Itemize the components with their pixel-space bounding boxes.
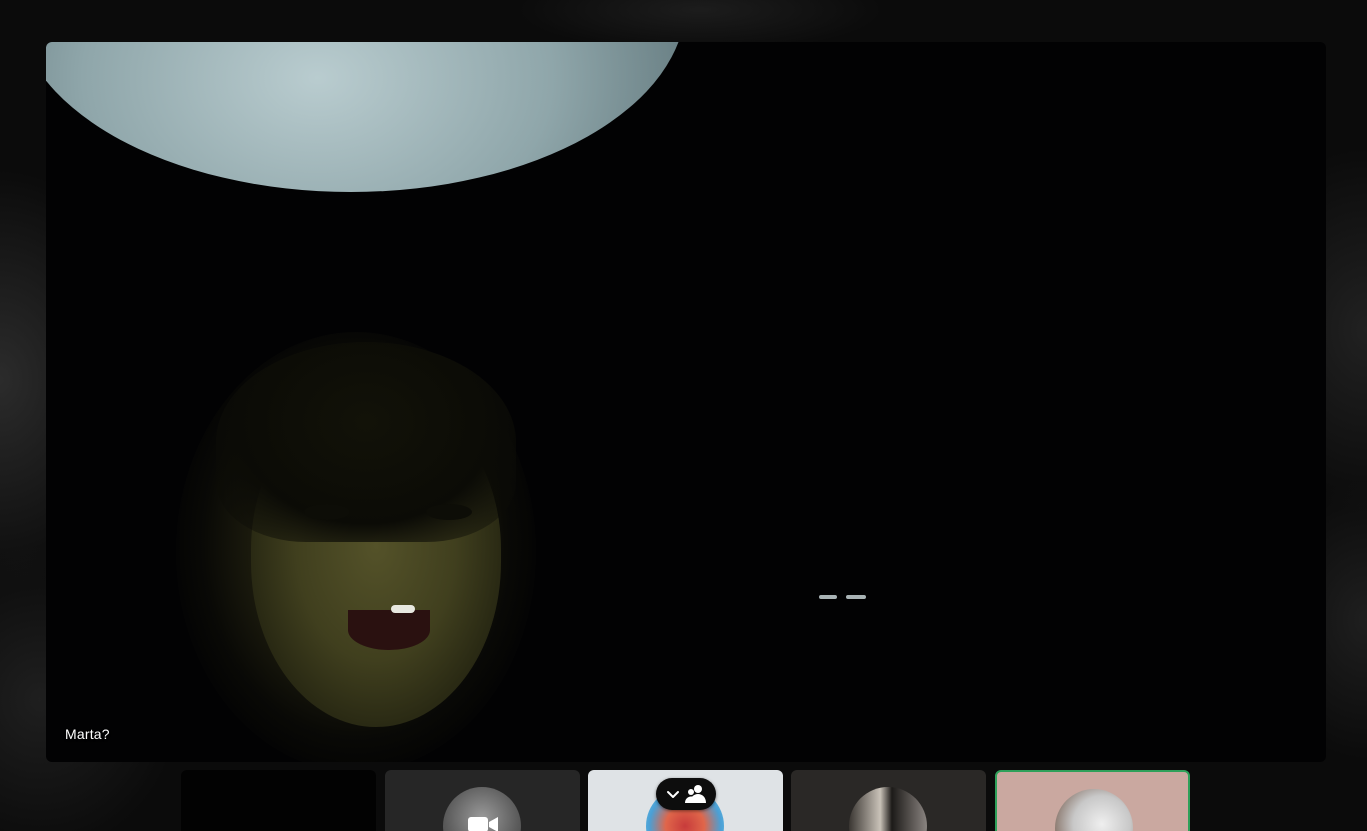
participant-tile-1[interactable]	[385, 770, 580, 831]
participant-avatar	[849, 787, 927, 831]
video-camera-icon	[468, 817, 498, 831]
participant-avatar	[1055, 789, 1133, 831]
participant-eye-right	[426, 504, 472, 520]
participant-mouth	[348, 610, 430, 650]
video-call-app: Marta?	[0, 0, 1367, 831]
participant-tile-3[interactable]	[791, 770, 986, 831]
participant-name-label: Marta?	[65, 726, 110, 742]
people-icon	[685, 784, 707, 804]
ceiling-lamp	[46, 42, 686, 192]
participant-tile-4-active[interactable]	[995, 770, 1190, 831]
chevron-down-icon	[665, 786, 681, 802]
background-light	[819, 595, 837, 599]
participant-eye-left	[304, 504, 350, 520]
main-video-feed[interactable]: Marta?	[46, 42, 1326, 762]
participant-tile-empty[interactable]	[181, 770, 376, 831]
participant-nose-ring	[391, 605, 415, 613]
toggle-participants-button[interactable]	[656, 778, 716, 810]
background-light	[846, 595, 866, 599]
